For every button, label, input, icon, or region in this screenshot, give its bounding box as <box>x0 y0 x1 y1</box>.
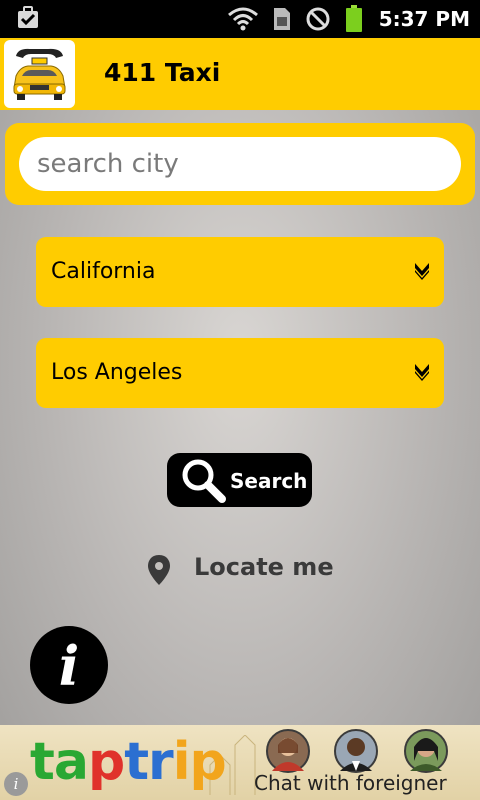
magnifier-icon <box>179 456 227 508</box>
info-icon: i <box>58 634 80 698</box>
taptrip-logo: taptrip <box>30 732 227 792</box>
avatar <box>404 729 448 773</box>
status-bar: 5:37 PM <box>0 0 480 38</box>
info-button[interactable]: i <box>30 626 108 704</box>
ad-banner[interactable]: taptrip Chat with foreigner i <box>0 725 480 800</box>
briefcase-check-icon <box>16 6 40 34</box>
status-time: 5:37 PM <box>378 7 470 31</box>
wifi-icon <box>227 7 259 31</box>
locate-me-button[interactable]: Locate me <box>146 548 336 588</box>
avatar <box>334 729 378 773</box>
search-button-label: Search <box>230 469 308 493</box>
state-dropdown-label: California <box>51 259 156 284</box>
search-panel <box>5 123 475 205</box>
battery-icon <box>345 5 363 33</box>
city-dropdown[interactable]: Los Angeles <box>36 338 444 408</box>
ad-info-icon[interactable]: i <box>4 772 28 796</box>
ad-tagline: Chat with foreigner <box>254 771 447 795</box>
chevron-down-icon <box>414 363 430 385</box>
city-dropdown-label: Los Angeles <box>51 360 183 385</box>
locate-me-label: Locate me <box>194 553 334 581</box>
app-title: 411 Taxi <box>104 58 221 87</box>
app-bar: 411 Taxi <box>0 38 480 110</box>
avatar <box>266 729 310 773</box>
taxi-phone-logo <box>4 40 75 108</box>
sim-card-icon <box>273 7 291 31</box>
location-pin-icon <box>146 554 172 590</box>
search-city-input[interactable] <box>19 137 461 191</box>
no-sync-icon <box>305 6 331 32</box>
chevron-down-icon <box>414 262 430 284</box>
state-dropdown[interactable]: California <box>36 237 444 307</box>
search-button[interactable]: Search <box>167 453 312 507</box>
